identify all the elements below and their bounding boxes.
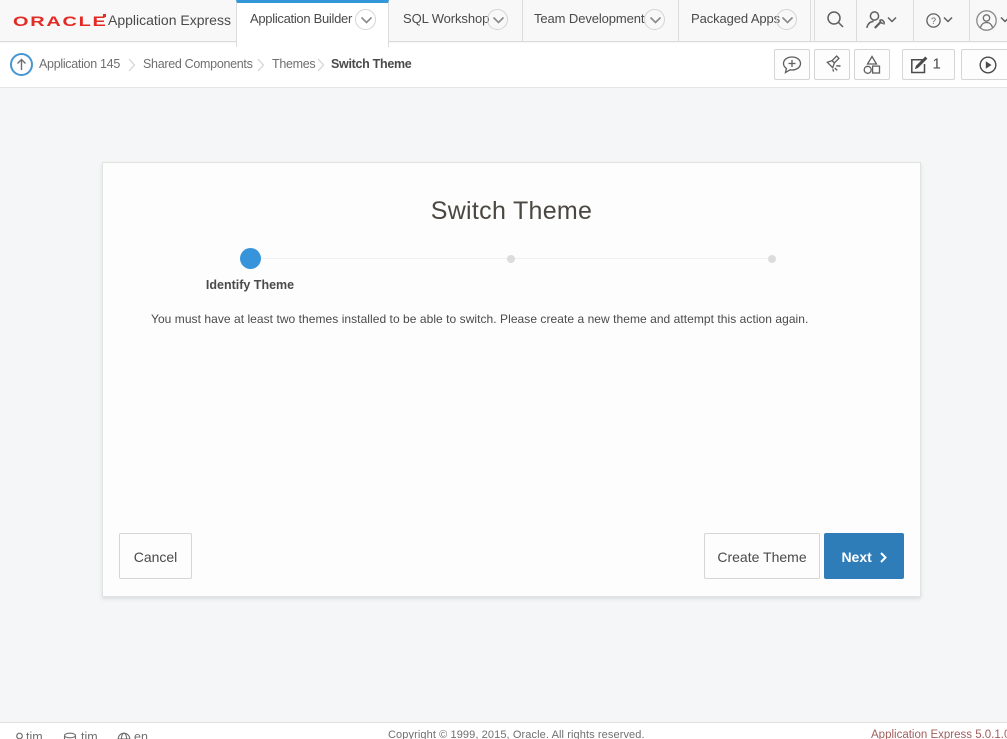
svg-text:1: 1 xyxy=(933,56,941,73)
svg-text:?: ? xyxy=(931,16,936,26)
